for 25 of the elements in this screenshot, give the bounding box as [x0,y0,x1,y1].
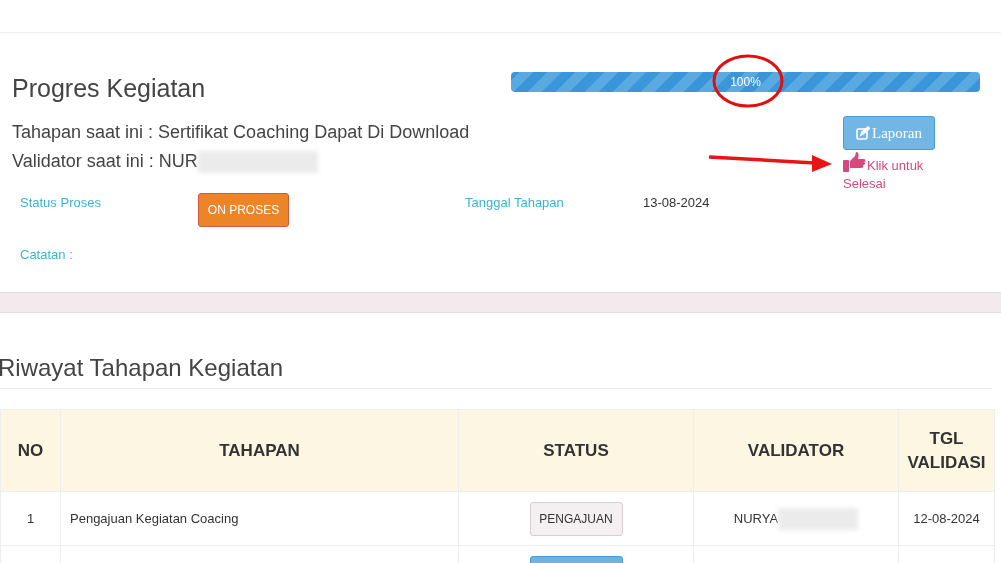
annotation-circle [712,54,784,108]
table-cell: Pengajuan Kegiatan Coacing [70,510,239,526]
status-label: Status Proses [20,194,102,212]
history-title: Riwayat Tahapan Kegiatan [0,353,992,389]
stage-date-value: 13-08-2024 [643,194,710,212]
progress-label: 100% [730,74,761,91]
table-cell-text: NURYA [733,509,779,528]
column-header: NO [0,409,61,492]
stage-date-label: Tanggal Tahapan [465,194,565,212]
table-cell: 12-08-2024 [913,510,980,526]
thumbs-up-icon [843,152,866,172]
finish-link[interactable]: Klik untuk Selesai [843,152,943,193]
report-button[interactable]: Laporan [843,116,935,150]
column-header: TGL VALIDASI [898,409,995,492]
edit-icon [856,126,870,140]
column-header: VALIDATOR [693,409,899,492]
column-header: TAHAPAN [60,409,459,492]
status-badge: ON PROSES [198,193,289,227]
table-cell: 1 [26,510,35,526]
column-header: STATUS [458,409,694,492]
section-title: Progres Kegiatan [12,73,207,103]
current-stage-text: Tahapan saat ini : Sertifikat Coaching Dapat Di Download [12,121,471,144]
current-validator-text: Validator saat ini : NUR [12,150,198,173]
notes-label: Catatan : [20,246,73,264]
status-badge: PENGAJUAN [529,502,623,536]
